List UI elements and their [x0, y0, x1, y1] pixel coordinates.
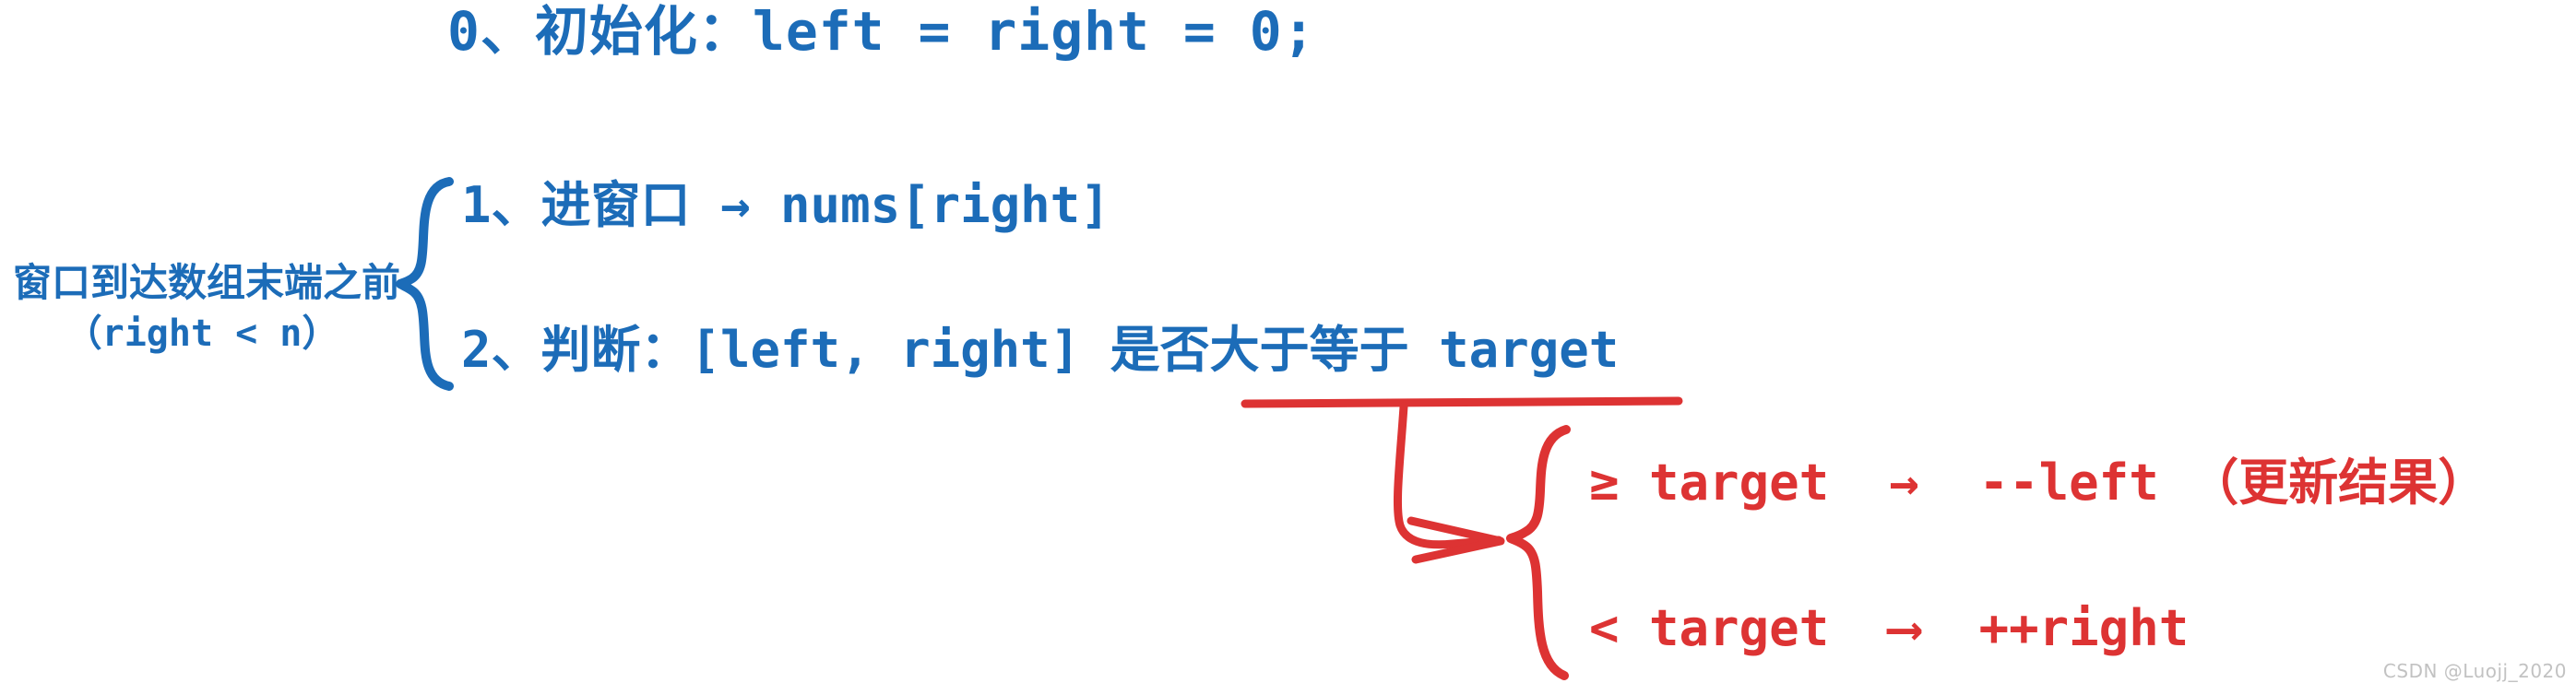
- init-line: 0、初始化：left = right = 0;: [447, 0, 1316, 63]
- red-connector-arrowhead: [1407, 516, 1505, 564]
- blue-brace-icon: [396, 177, 454, 391]
- watermark: CSDN @Luojj_2020: [2382, 660, 2567, 682]
- step-item-1: 1、进窗口 → nums[right]: [461, 176, 1110, 234]
- branch-item-lt-target: < target ⟶ ++right: [1589, 599, 2190, 657]
- red-underline: [1241, 396, 1683, 408]
- diagram-canvas: 0、初始化：left = right = 0; 窗口到达数组末端之前 （righ…: [0, 0, 2576, 695]
- step-item-2: 2、判断：[left, right] 是否大于等于 target: [461, 321, 1620, 379]
- red-brace-icon: [1506, 425, 1571, 680]
- loop-condition-label: 窗口到达数组末端之前: [13, 260, 401, 305]
- branch-item-ge-target: ≥ target → --left （更新结果）: [1589, 454, 2488, 512]
- red-connector-arrow: [1393, 402, 1503, 549]
- loop-condition-expression: （right < n）: [65, 312, 339, 355]
